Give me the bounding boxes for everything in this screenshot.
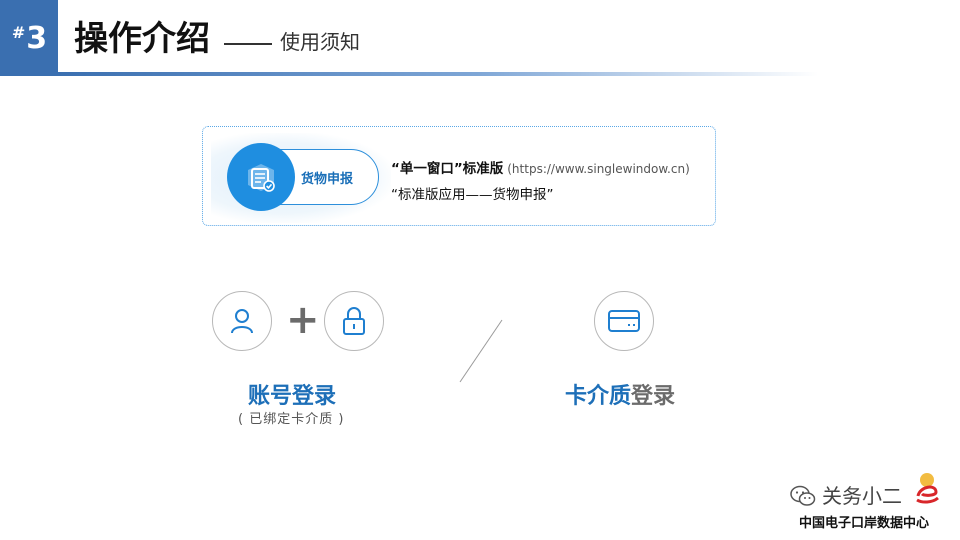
document-box-icon (248, 164, 275, 192)
single-window-title: “单一窗口”标准版 (https://www.singlewindow.cn) (391, 157, 690, 177)
wechat-icon (790, 485, 816, 506)
credit-card-icon (608, 310, 640, 332)
card-login-label-main: 卡介质 (565, 384, 632, 409)
page-subtitle-text: 使用须知 (280, 30, 360, 54)
account-login-note: ( 已绑定卡介质 ) (238, 412, 345, 427)
card-login-label[interactable]: 卡介质登录 (565, 378, 675, 410)
info-card: 货物申报 “单一窗口”标准版 (https://www.singlewindow.… (202, 126, 716, 226)
watermark-account-name: 关务小二 (822, 484, 902, 508)
header-rule (58, 72, 818, 76)
card-medium-ring[interactable] (594, 291, 654, 351)
e-port-logo-icon (916, 473, 939, 504)
single-window-name: “单一窗口”标准版 (391, 161, 504, 177)
single-window-url[interactable]: (https://www.singlewindow.cn) (507, 162, 690, 176)
lock-icon (343, 307, 365, 335)
section-badge-number: 3 (26, 20, 47, 56)
plus-sign: + (286, 297, 320, 343)
section-badge-hash: # (11, 22, 25, 42)
option-divider (459, 319, 503, 383)
goods-declaration-label: 货物申报 (301, 172, 354, 187)
standard-app-path: “标准版应用——货物申报” (391, 187, 554, 203)
subtitle-dash (224, 42, 272, 45)
card-login-label-suffix: 登录 (631, 384, 676, 409)
page-title: 操作介绍 (74, 19, 210, 59)
account-user-ring[interactable] (212, 291, 272, 351)
account-lock-ring[interactable] (324, 291, 384, 351)
watermark-organization: 中国电子口岸数据中心 (799, 516, 930, 531)
section-badge: # 3 (0, 0, 58, 76)
page-subtitle: 使用须知 (224, 24, 360, 60)
account-login-label[interactable]: 账号登录 (248, 378, 336, 410)
goods-declaration-icon-circle (227, 143, 295, 211)
user-icon (231, 309, 253, 334)
